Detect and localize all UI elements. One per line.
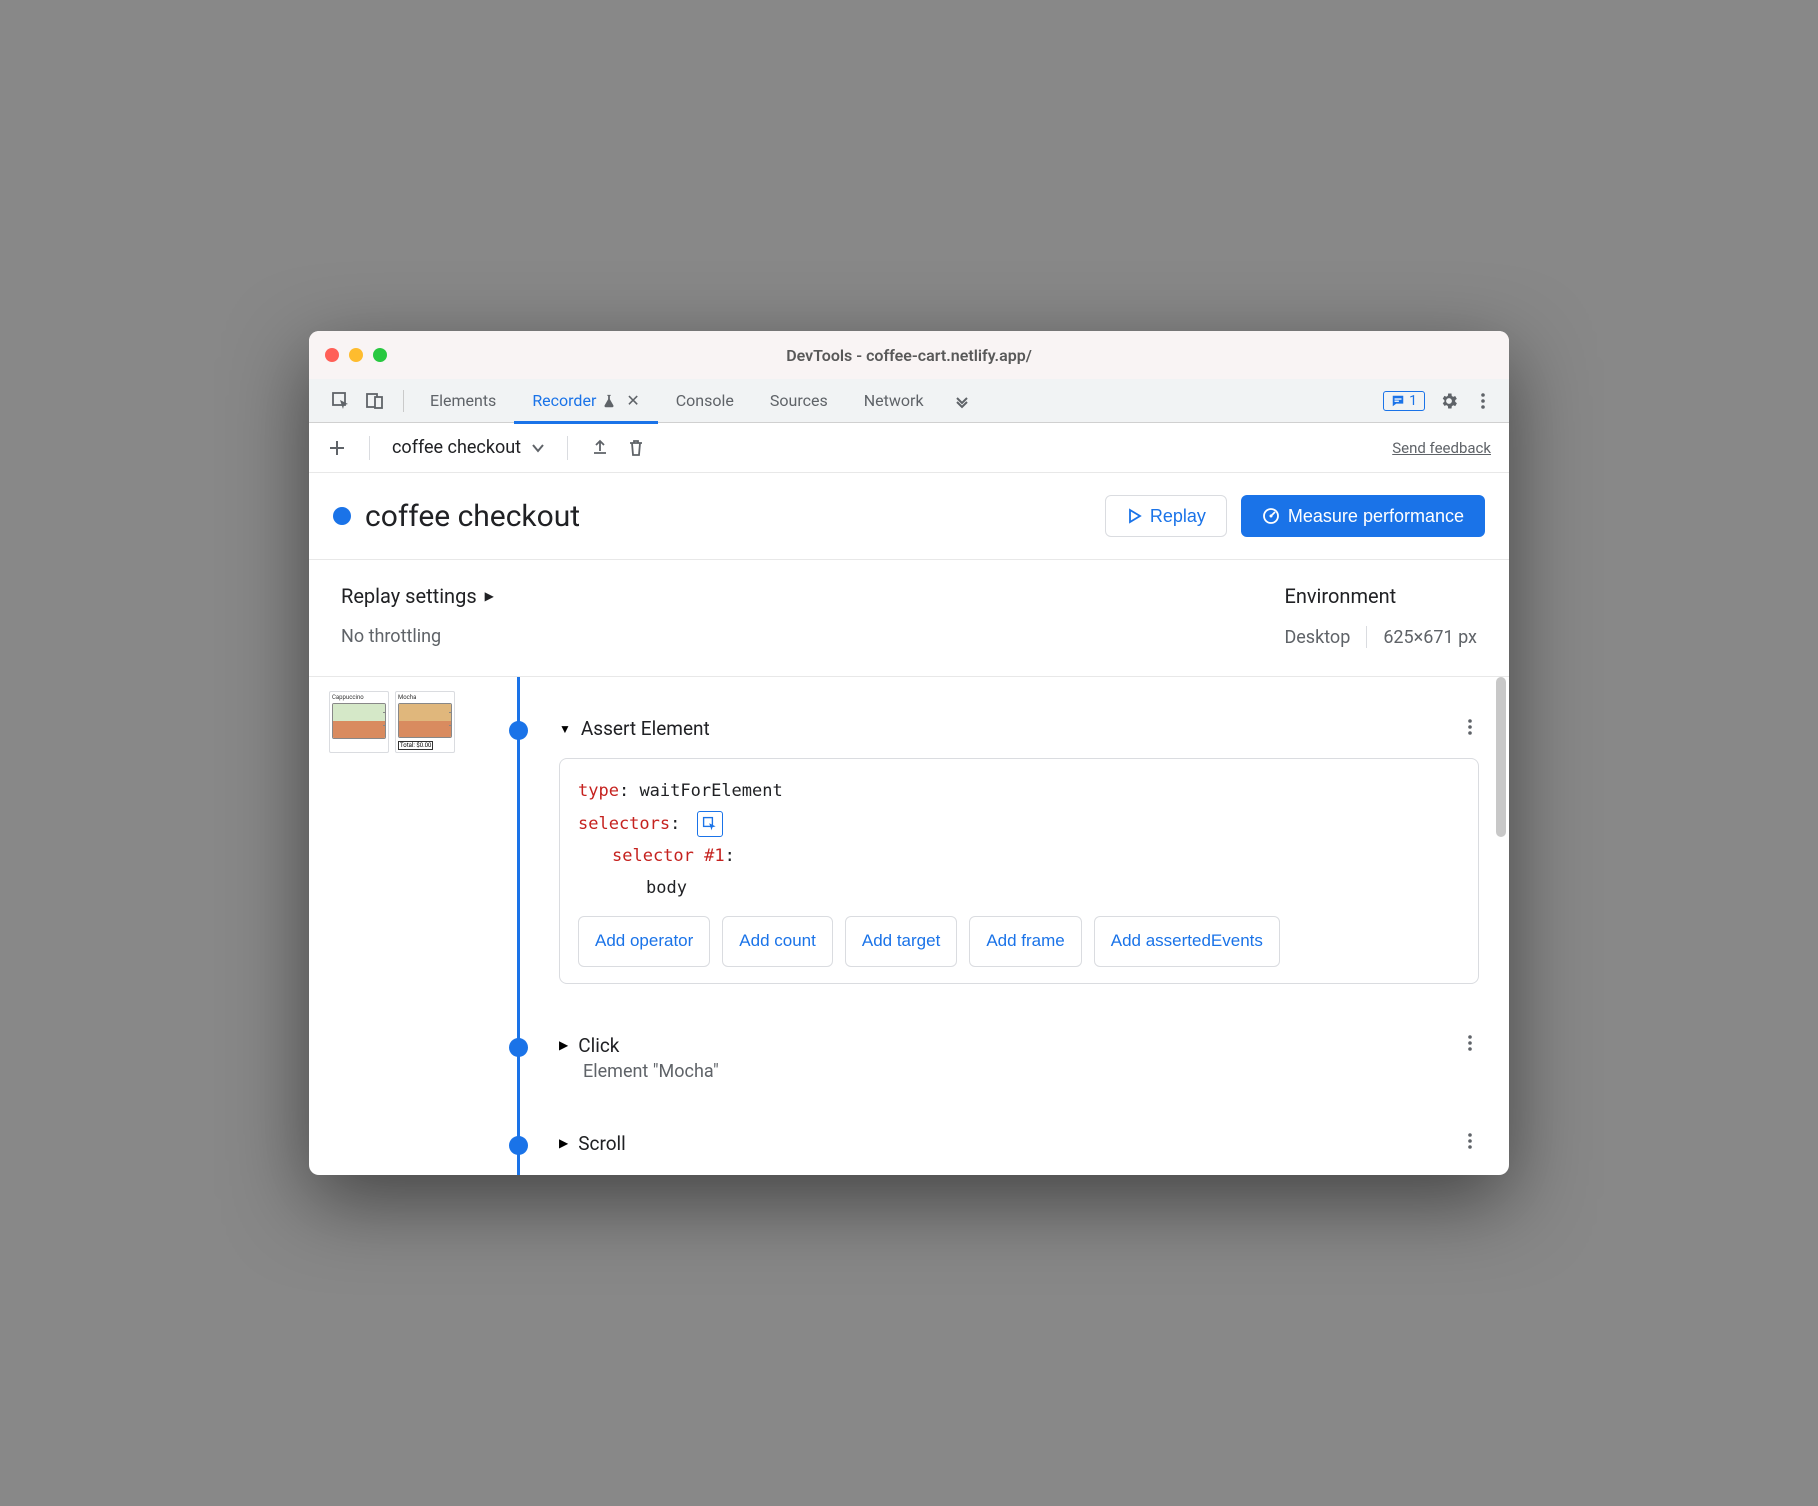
step-title[interactable]: Assert Element xyxy=(581,717,710,740)
export-icon[interactable] xyxy=(590,438,610,458)
add-asserted-events-button[interactable]: Add assertedEvents xyxy=(1094,916,1280,966)
inspect-element-icon[interactable] xyxy=(331,391,351,411)
separator xyxy=(369,436,370,460)
recording-select[interactable]: coffee checkout xyxy=(392,437,545,458)
tab-recorder[interactable]: Recorder ✕ xyxy=(514,379,657,423)
send-feedback-link[interactable]: Send feedback xyxy=(1392,439,1491,457)
tab-network[interactable]: Network xyxy=(846,379,942,423)
step-details-card: type: waitForElement selectors: selector… xyxy=(559,758,1479,983)
selector-value: body xyxy=(646,878,687,898)
add-frame-button[interactable]: Add frame xyxy=(969,916,1081,966)
title-bar: DevTools - coffee-cart.netlify.app/ xyxy=(309,331,1509,379)
separator xyxy=(1366,626,1367,648)
timeline: ▼ Assert Element type: waitForElement se… xyxy=(489,677,1509,1174)
delete-icon[interactable] xyxy=(626,438,646,458)
add-operator-button[interactable]: Add operator xyxy=(578,916,710,966)
gauge-icon xyxy=(1262,507,1280,525)
device-value: Desktop xyxy=(1284,627,1350,648)
devtools-window: DevTools - coffee-cart.netlify.app/ Elem… xyxy=(309,331,1509,1174)
flask-icon xyxy=(602,394,616,408)
new-recording-icon[interactable] xyxy=(327,438,347,458)
settings-icon[interactable] xyxy=(1439,391,1459,411)
throttling-value: No throttling xyxy=(341,626,1284,647)
step-menu-icon[interactable] xyxy=(1461,718,1479,740)
tab-elements[interactable]: Elements xyxy=(412,379,514,423)
recording-title: coffee checkout xyxy=(365,499,580,534)
step-menu-icon[interactable] xyxy=(1461,1132,1479,1154)
step-dot xyxy=(509,1136,528,1155)
chevron-down-icon xyxy=(531,441,545,455)
settings-section: Replay settings ▶ No throttling Environm… xyxy=(309,560,1509,677)
step-dot xyxy=(509,721,528,740)
add-target-button[interactable]: Add target xyxy=(845,916,957,966)
step-title[interactable]: Click xyxy=(578,1034,619,1057)
scrollbar[interactable] xyxy=(1496,677,1506,837)
device-toolbar-icon[interactable] xyxy=(365,391,385,411)
chevron-right-icon[interactable]: ▶ xyxy=(559,1038,568,1052)
step-dot xyxy=(509,1038,528,1057)
tab-console[interactable]: Console xyxy=(658,379,752,423)
replay-button[interactable]: Replay xyxy=(1105,495,1227,537)
screenshot-thumbnail[interactable]: Cappuccino xyxy=(329,691,389,753)
traffic-lights xyxy=(325,348,387,362)
status-dot xyxy=(333,507,351,525)
close-tab-icon[interactable]: ✕ xyxy=(626,391,639,410)
measure-performance-button[interactable]: Measure performance xyxy=(1241,495,1485,537)
tab-sources[interactable]: Sources xyxy=(752,379,846,423)
replay-settings-toggle[interactable]: Replay settings ▶ xyxy=(341,584,1284,608)
recording-header: coffee checkout Replay Measure performan… xyxy=(309,473,1509,560)
play-icon xyxy=(1126,508,1142,524)
step-menu-icon[interactable] xyxy=(1461,1034,1479,1056)
recorder-toolbar: coffee checkout Send feedback xyxy=(309,423,1509,473)
step-click: ▶ Click Element "Mocha" xyxy=(489,1034,1479,1082)
chevron-right-icon[interactable]: ▶ xyxy=(559,1136,568,1150)
tab-list: Elements Recorder ✕ Console Sources Netw… xyxy=(412,379,1383,423)
maximize-window-button[interactable] xyxy=(373,348,387,362)
minimize-window-button[interactable] xyxy=(349,348,363,362)
environment-title: Environment xyxy=(1284,584,1477,608)
chevron-down-icon[interactable]: ▼ xyxy=(559,722,571,736)
separator xyxy=(567,436,568,460)
thumbnail-column: Cappuccino Mocha Total: $0.00 xyxy=(309,677,489,1174)
window-title: DevTools - coffee-cart.netlify.app/ xyxy=(786,346,1032,365)
chat-icon xyxy=(1391,394,1405,408)
devtools-tabs-bar: Elements Recorder ✕ Console Sources Netw… xyxy=(309,379,1509,423)
step-scroll: ▶ Scroll xyxy=(489,1132,1479,1155)
step-subtitle: Element "Mocha" xyxy=(559,1061,1479,1082)
close-window-button[interactable] xyxy=(325,348,339,362)
step-assert-element: ▼ Assert Element type: waitForElement se… xyxy=(489,717,1479,983)
issues-badge[interactable]: 1 xyxy=(1383,391,1425,411)
add-count-button[interactable]: Add count xyxy=(722,916,833,966)
screenshot-thumbnail[interactable]: Mocha Total: $0.00 xyxy=(395,691,455,753)
viewport-value: 625×671 px xyxy=(1383,627,1477,648)
more-options-icon[interactable] xyxy=(1473,391,1493,411)
chevron-right-icon: ▶ xyxy=(485,589,494,603)
selector-picker-icon[interactable] xyxy=(697,811,723,837)
recording-title-row: coffee checkout xyxy=(333,499,580,534)
step-title[interactable]: Scroll xyxy=(578,1132,626,1155)
steps-area: Cappuccino Mocha Total: $0.00 ▼ As xyxy=(309,677,1509,1174)
more-tabs-icon[interactable] xyxy=(942,379,982,423)
separator xyxy=(403,390,404,412)
